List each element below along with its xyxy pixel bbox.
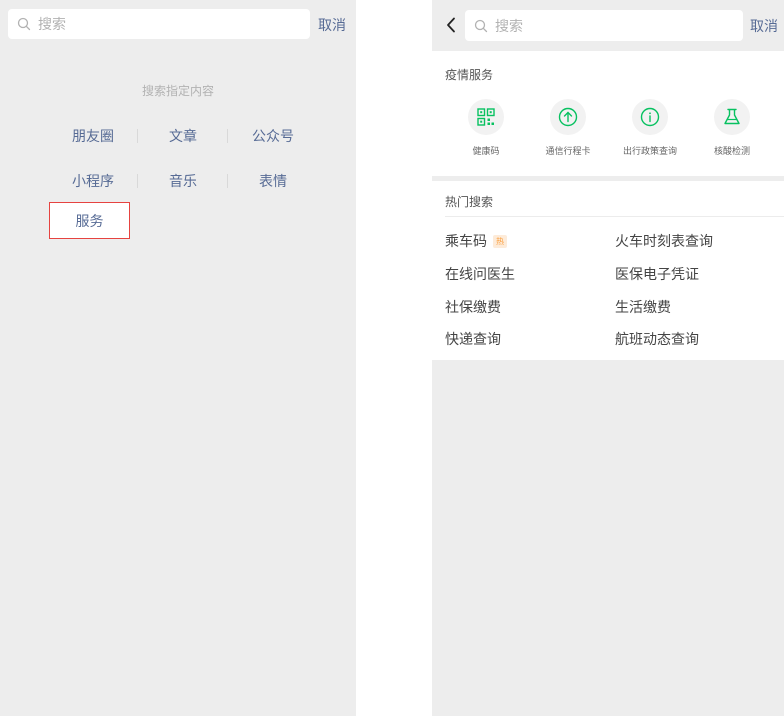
service-label: 健康码	[472, 147, 500, 157]
section-title: 热门搜索	[445, 195, 494, 209]
epidemic-services-section: 疫情服务 健康码 通信行程卡 出行政策查询 核酸检测	[432, 51, 784, 176]
service-label: 出行政策查询	[622, 147, 677, 157]
flask-icon	[724, 108, 740, 125]
search-scope-label: 搜索指定内容	[141, 84, 214, 98]
cancel-button[interactable]: 取消	[318, 15, 346, 35]
category-row: 小程序 音乐 表情	[48, 171, 318, 191]
section-title: 疫情服务	[445, 68, 494, 82]
hot-search-item[interactable]: 快递查询	[445, 329, 501, 349]
service-travel-policy[interactable]: 出行政策查询	[610, 99, 690, 157]
service-label: 通信行程卡	[545, 147, 591, 157]
search-icon	[474, 19, 488, 32]
cancel-button[interactable]: 取消	[750, 16, 778, 36]
arrow-up-circle-icon	[558, 107, 578, 127]
service-nucleic-test[interactable]: 核酸检测	[692, 99, 772, 157]
service-travel-card[interactable]: 通信行程卡	[528, 99, 608, 157]
category-services[interactable]: 服务	[49, 202, 130, 239]
search-input[interactable]: 搜索	[465, 10, 743, 41]
hot-search-item[interactable]: 社保缴费	[445, 297, 501, 317]
service-health-code[interactable]: 健康码	[446, 99, 526, 157]
divider	[445, 216, 784, 217]
hot-badge: 热	[493, 235, 507, 248]
hot-search-label: 乘车码	[445, 234, 487, 250]
hot-search-item[interactable]: 航班动态查询	[615, 329, 699, 349]
category-stickers[interactable]: 表情	[228, 171, 318, 191]
services-search-panel: 搜索 取消 疫情服务 健康码 通信行程卡 出行政策查询 核酸检测 热门搜索 乘车…	[432, 0, 784, 716]
hot-search-item[interactable]: 医保电子凭证	[615, 264, 699, 284]
info-circle-icon	[640, 107, 660, 127]
qr-code-icon	[477, 108, 495, 126]
back-chevron-icon[interactable]	[446, 17, 456, 33]
hot-search-item[interactable]: 乘车码热	[445, 231, 507, 251]
search-category-panel: 搜索 取消 搜索指定内容 朋友圈 文章 公众号 小程序 音乐 表情 服务	[0, 0, 356, 716]
search-placeholder: 搜索	[495, 18, 523, 35]
service-label: 核酸检测	[713, 147, 750, 157]
hot-search-item[interactable]: 在线问医生	[445, 264, 515, 284]
category-articles[interactable]: 文章	[138, 126, 228, 146]
category-row: 朋友圈 文章 公众号	[48, 126, 318, 146]
category-moments[interactable]: 朋友圈	[48, 126, 138, 146]
hot-search-item[interactable]: 生活缴费	[615, 297, 671, 317]
hot-searches-section: 热门搜索 乘车码热 火车时刻表查询 在线问医生 医保电子凭证 社保缴费 生活缴费…	[432, 181, 784, 360]
category-mini-programs[interactable]: 小程序	[48, 171, 138, 191]
hot-search-item[interactable]: 火车时刻表查询	[615, 231, 713, 251]
search-icon	[17, 17, 31, 31]
category-music[interactable]: 音乐	[138, 171, 228, 191]
search-placeholder: 搜索	[38, 17, 66, 33]
category-official-accounts[interactable]: 公众号	[228, 126, 318, 146]
search-input[interactable]: 搜索	[8, 9, 310, 39]
